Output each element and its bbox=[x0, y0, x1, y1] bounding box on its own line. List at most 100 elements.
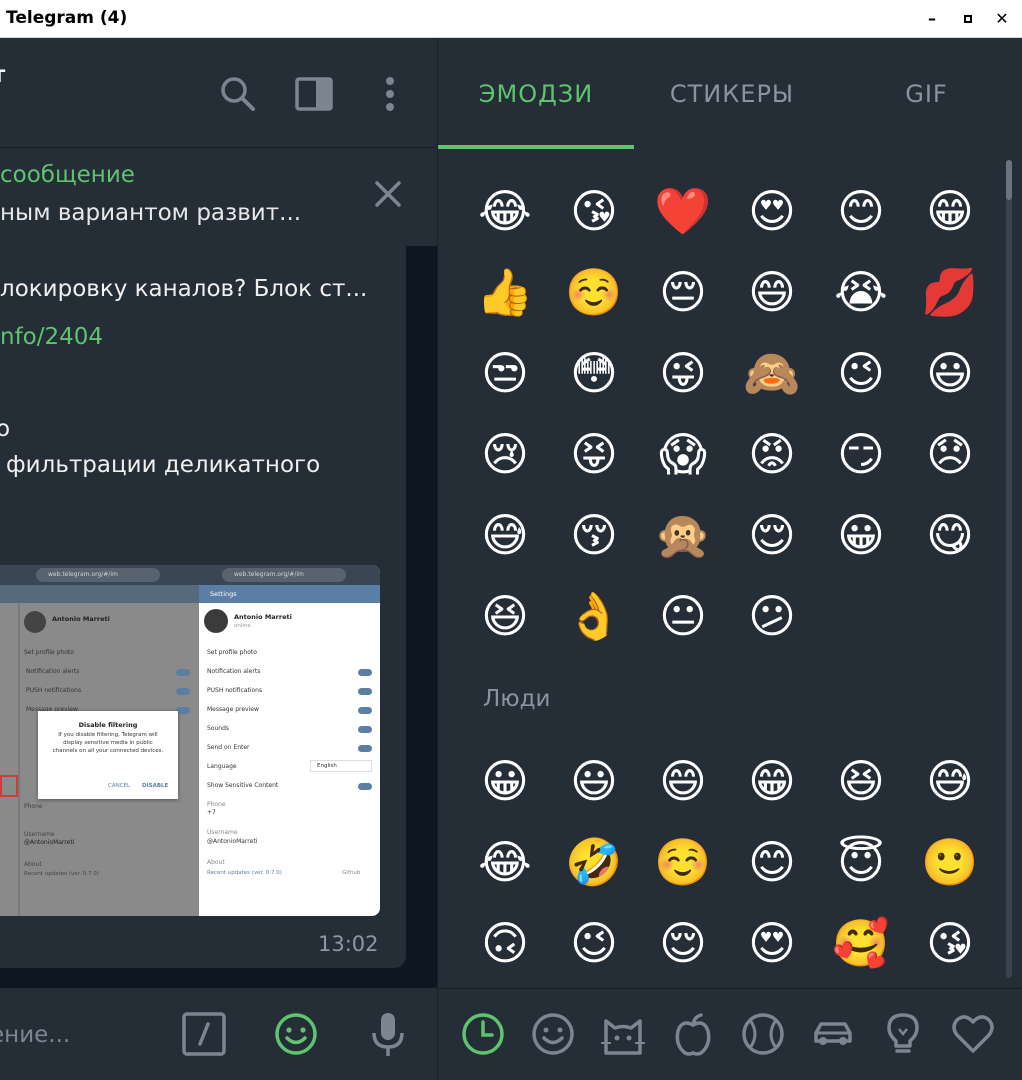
emoji-item[interactable]: 😚 bbox=[564, 505, 624, 565]
chat-title[interactable]: т bbox=[0, 62, 5, 88]
chat-header: т bbox=[0, 38, 437, 148]
emoji-item[interactable]: 😆 bbox=[831, 751, 891, 811]
row-value: @AntonioMarreti bbox=[24, 839, 75, 846]
emoji-item[interactable]: ☺️ bbox=[564, 262, 624, 322]
emoji-item[interactable]: 😄 bbox=[653, 751, 713, 811]
emoji-item[interactable]: 😞 bbox=[920, 424, 980, 484]
emoji-item[interactable]: 😜 bbox=[653, 343, 713, 403]
row-label: PUSH notifications bbox=[207, 687, 263, 694]
row-label: Set profile photo bbox=[207, 649, 257, 656]
minimize-button[interactable]: – bbox=[918, 6, 946, 32]
scrollbar-thumb[interactable] bbox=[1006, 160, 1012, 200]
bulb-icon[interactable] bbox=[880, 1011, 926, 1057]
message-line: о bbox=[0, 416, 11, 442]
search-icon[interactable] bbox=[218, 74, 258, 114]
apple-icon[interactable] bbox=[670, 1011, 716, 1057]
maximize-button[interactable] bbox=[954, 6, 982, 32]
row-label: About bbox=[24, 861, 42, 868]
emoji-item[interactable]: 😇 bbox=[831, 832, 891, 892]
emoji-item[interactable]: 😋 bbox=[920, 505, 980, 565]
emoji-item[interactable]: 🙃 bbox=[475, 913, 535, 973]
smile-icon[interactable] bbox=[530, 1011, 576, 1057]
emoji-item[interactable]: 😃 bbox=[564, 751, 624, 811]
emoji-item[interactable]: 😢 bbox=[475, 424, 535, 484]
emoji-item[interactable]: 😁 bbox=[920, 181, 980, 241]
emoji-item[interactable]: 😝 bbox=[564, 424, 624, 484]
emoji-item[interactable]: 😂 bbox=[475, 832, 535, 892]
row-label: Notification alerts bbox=[26, 668, 80, 675]
emoji-item[interactable]: 😃 bbox=[920, 343, 980, 403]
row-label: PUSH notifications bbox=[26, 687, 82, 694]
dialog-title: Disable filtering bbox=[78, 721, 138, 729]
emoji-item[interactable]: 😍 bbox=[742, 181, 802, 241]
emoji-item[interactable]: 😡 bbox=[742, 424, 802, 484]
emoji-item[interactable]: 😊 bbox=[831, 181, 891, 241]
section-title-people: Люди bbox=[483, 686, 551, 712]
emoji-item[interactable]: 🙂 bbox=[920, 832, 980, 892]
ball-icon[interactable] bbox=[740, 1011, 786, 1057]
emoji-item[interactable]: 👍 bbox=[475, 262, 535, 322]
emoji-item[interactable]: 😔 bbox=[653, 262, 713, 322]
emoji-item[interactable]: 😊 bbox=[742, 832, 802, 892]
car-icon[interactable] bbox=[810, 1011, 856, 1057]
emoji-item[interactable]: 🥰 bbox=[831, 913, 891, 973]
emoji-item[interactable]: 🤣 bbox=[564, 832, 624, 892]
emoji-item[interactable]: 🙊 bbox=[653, 505, 713, 565]
emoji-item[interactable]: 😉 bbox=[831, 343, 891, 403]
sidebar-toggle-icon[interactable] bbox=[294, 74, 334, 114]
scrollbar[interactable] bbox=[1006, 160, 1012, 978]
message-input[interactable]: ение... bbox=[0, 1022, 70, 1048]
emoji-item[interactable]: 😄 bbox=[742, 262, 802, 322]
chat-area: т сообщение ным вариантом развит... локи… bbox=[0, 38, 437, 1080]
emoji-item[interactable]: 😆 bbox=[475, 586, 535, 646]
message-link[interactable]: nfo/2404 bbox=[0, 324, 103, 350]
emoji-item[interactable]: ❤️ bbox=[653, 181, 713, 241]
emoji-item[interactable]: 😌 bbox=[653, 913, 713, 973]
emoji-item[interactable]: 😱 bbox=[653, 424, 713, 484]
commands-icon[interactable] bbox=[180, 1010, 228, 1058]
emoji-item[interactable]: 😅 bbox=[920, 751, 980, 811]
tab-emoji[interactable]: ЭМОДЗИ bbox=[438, 80, 634, 108]
emoji-item[interactable]: 😉 bbox=[564, 913, 624, 973]
emoji-item[interactable]: 😘 bbox=[920, 913, 980, 973]
emoji-item[interactable]: 🙈 bbox=[742, 343, 802, 403]
emoji-item[interactable]: 😕 bbox=[742, 586, 802, 646]
cat-icon[interactable] bbox=[600, 1011, 646, 1057]
emoji-tabs: ЭМОДЗИ СТИКЕРЫ GIF bbox=[438, 38, 1022, 150]
microphone-icon[interactable] bbox=[364, 1010, 412, 1058]
more-options-icon[interactable] bbox=[370, 74, 410, 114]
profile-name: Antonio Marreti bbox=[234, 613, 292, 621]
row-label: Phone bbox=[24, 803, 43, 810]
row-label: Send on Enter bbox=[207, 744, 250, 751]
emoji-item[interactable]: 😅 bbox=[475, 505, 535, 565]
emoji-item[interactable]: 😒 bbox=[475, 343, 535, 403]
tab-stickers[interactable]: СТИКЕРЫ bbox=[634, 80, 830, 108]
settings-header-dim bbox=[0, 585, 199, 603]
emoji-item[interactable]: 😭 bbox=[831, 262, 891, 322]
emoji-item[interactable]: 😏 bbox=[831, 424, 891, 484]
emoji-item[interactable]: 😌 bbox=[742, 505, 802, 565]
heart-icon[interactable] bbox=[950, 1011, 996, 1057]
settings-title: Settings bbox=[210, 590, 237, 598]
message-image[interactable]: web.telegram.org/#/im Antonio Marreti Se… bbox=[0, 565, 380, 916]
emoji-item[interactable]: ☺️ bbox=[653, 832, 713, 892]
emoji-item[interactable]: 😍 bbox=[742, 913, 802, 973]
emoji-item[interactable]: 💋 bbox=[920, 262, 980, 322]
tab-gif[interactable]: GIF bbox=[830, 80, 1022, 108]
pinned-text: ным вариантом развит... bbox=[0, 200, 302, 226]
emoji-icon[interactable] bbox=[272, 1010, 320, 1058]
dialog-disable: DISABLE bbox=[142, 783, 169, 789]
emoji-item[interactable]: 😂 bbox=[475, 181, 535, 241]
close-window-button[interactable]: ✕ bbox=[988, 6, 1016, 32]
emoji-item[interactable]: 😀 bbox=[831, 505, 891, 565]
emoji-item[interactable]: 😐 bbox=[653, 586, 713, 646]
emoji-item[interactable]: 😁 bbox=[742, 751, 802, 811]
recent-icon[interactable] bbox=[460, 1011, 506, 1057]
pinned-message-bar[interactable]: сообщение ным вариантом развит... bbox=[0, 148, 437, 246]
emoji-item[interactable]: 😀 bbox=[475, 751, 535, 811]
close-pinned-icon[interactable] bbox=[372, 178, 404, 210]
emoji-item[interactable]: 😘 bbox=[564, 181, 624, 241]
message-time: 13:02 bbox=[318, 932, 379, 956]
emoji-item[interactable]: 👌 bbox=[564, 586, 624, 646]
emoji-item[interactable]: 😳 bbox=[564, 343, 624, 403]
